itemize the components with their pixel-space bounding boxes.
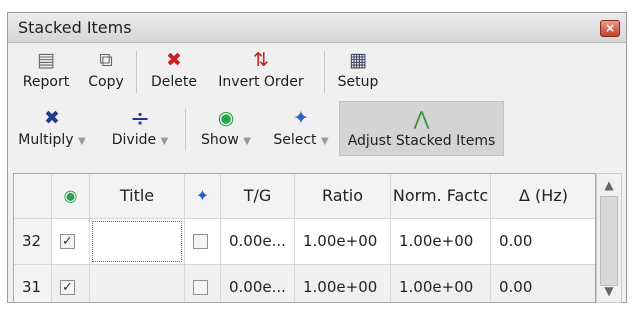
chevron-down-icon: ▼ — [243, 136, 251, 147]
adjust-spectra-icon: ⋀ — [413, 108, 430, 130]
adjust-stacked-items-button[interactable]: ⋀ Adjust Stacked Items — [339, 101, 504, 156]
stacked-items-panel: Stacked Items × ▤ Report ⧉ Copy ✖ Delete… — [7, 12, 627, 303]
header-tg[interactable]: T/G — [221, 174, 295, 219]
multiply-label: Multiply — [18, 132, 74, 148]
visible-checkbox[interactable]: ✓ — [60, 234, 75, 249]
adjust-stacked-items-label: Adjust Stacked Items — [347, 133, 496, 149]
toolbar-separator — [136, 51, 137, 93]
setup-button[interactable]: ▦ Setup — [330, 43, 386, 98]
pin-checkbox[interactable] — [193, 234, 208, 249]
show-label: Show — [201, 132, 239, 148]
row-visible-cell[interactable]: ✓ — [52, 265, 90, 302]
copy-button[interactable]: ⧉ Copy — [84, 43, 128, 98]
toolbar-separator — [185, 109, 186, 151]
title-bar: Stacked Items × — [8, 13, 626, 43]
row-title-cell[interactable] — [90, 265, 185, 302]
invert-order-button[interactable]: ⇅ Invert Order — [213, 43, 309, 98]
report-icon: ▤ — [37, 49, 55, 71]
delete-label: Delete — [151, 74, 197, 90]
chevron-down-icon: ▼ — [320, 136, 329, 147]
row-index: 31 — [14, 265, 52, 302]
invert-order-icon: ⇅ — [253, 49, 269, 71]
toolbar-separator — [324, 51, 325, 93]
vertical-scrollbar[interactable]: ▲ ▼ — [596, 173, 622, 303]
row-index: 32 — [14, 219, 52, 265]
divide-label: Divide — [111, 132, 157, 148]
header-visible-eye-icon[interactable]: ◉ — [52, 174, 90, 219]
header-pin-icon[interactable]: ✦ — [185, 174, 221, 219]
row-pin-cell[interactable] — [185, 265, 221, 302]
chevron-down-icon: ▼ — [160, 136, 169, 147]
row-visible-cell[interactable]: ✓ — [52, 219, 90, 265]
invert-order-label: Invert Order — [218, 74, 304, 90]
show-button[interactable]: ◉ Show ▼ — [190, 101, 262, 156]
header-norm-factor[interactable]: Norm. Factc — [391, 174, 491, 219]
report-label: Report — [22, 74, 70, 90]
scroll-up-icon[interactable]: ▲ — [597, 174, 621, 196]
row-ratio: 1.00e+00 — [295, 265, 391, 302]
multiply-icon: ✖ — [44, 107, 60, 129]
header-title[interactable]: Title — [90, 174, 185, 219]
select-label: Select — [273, 132, 317, 148]
row-tg: 0.00e... — [221, 219, 295, 265]
divide-button[interactable]: ÷ Divide ▼ — [100, 101, 180, 156]
setup-icon: ▦ — [349, 49, 367, 71]
header-index — [14, 174, 52, 219]
eye-icon: ◉ — [217, 107, 235, 129]
delete-icon: ✖ — [166, 49, 182, 71]
report-button[interactable]: ▤ Report — [18, 43, 74, 98]
row-norm-factor: 1.00e+00 — [391, 219, 491, 265]
row-pin-cell[interactable] — [185, 219, 221, 265]
pin-checkbox[interactable] — [193, 280, 208, 295]
row-delta-hz: 0.00 — [491, 219, 595, 265]
toolbar-secondary: ✖ Multiply ▼ ÷ Divide ▼ ◉ Show ▼ ✦ Selec… — [8, 101, 608, 156]
panel-title: Stacked Items — [18, 18, 132, 37]
row-ratio: 1.00e+00 — [295, 219, 391, 265]
copy-icon: ⧉ — [99, 49, 113, 71]
multiply-button[interactable]: ✖ Multiply ▼ — [10, 101, 94, 156]
delete-button[interactable]: ✖ Delete — [144, 43, 204, 98]
header-delta-hz[interactable]: Δ (Hz) — [491, 174, 595, 219]
close-button[interactable]: × — [600, 20, 620, 37]
select-button[interactable]: ✦ Select ▼ — [264, 101, 338, 156]
chevron-down-icon: ▼ — [78, 136, 86, 147]
stacked-items-table: ◉ Title ✦ T/G Ratio Norm. Factc Δ (Hz) 3… — [13, 173, 596, 303]
toolbar-primary: ▤ Report ⧉ Copy ✖ Delete ⇅ Invert Order … — [8, 43, 608, 98]
copy-label: Copy — [88, 74, 124, 90]
row-norm-factor: 1.00e+00 — [391, 265, 491, 302]
row-title-cell[interactable] — [90, 219, 185, 265]
row-tg: 0.00e... — [221, 265, 295, 302]
pin-icon: ✦ — [293, 107, 309, 129]
divide-icon: ÷ — [129, 104, 151, 132]
scroll-down-icon[interactable]: ▼ — [597, 280, 621, 302]
scroll-thumb[interactable] — [600, 196, 618, 286]
setup-label: Setup — [337, 74, 379, 90]
row-delta-hz: 0.00 — [491, 265, 595, 302]
title-input[interactable] — [92, 221, 182, 262]
header-ratio[interactable]: Ratio — [295, 174, 391, 219]
visible-checkbox[interactable]: ✓ — [60, 280, 75, 295]
